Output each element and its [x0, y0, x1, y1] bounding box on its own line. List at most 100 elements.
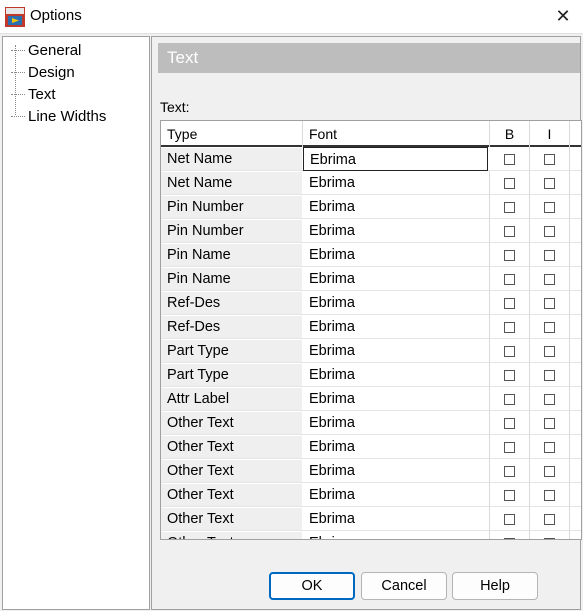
- table-row[interactable]: Pin Name Ebrima: [161, 267, 581, 291]
- italic-checkbox[interactable]: [544, 177, 555, 189]
- bold-checkbox[interactable]: [504, 201, 515, 213]
- tree-item-general[interactable]: General: [11, 39, 81, 61]
- bold-checkbox[interactable]: [504, 321, 515, 333]
- bold-cell: [490, 267, 530, 291]
- italic-checkbox[interactable]: [544, 537, 555, 539]
- italic-checkbox[interactable]: [544, 513, 555, 525]
- bold-cell: [490, 363, 530, 387]
- bold-checkbox[interactable]: [504, 465, 515, 477]
- font-cell[interactable]: Ebrima: [303, 531, 490, 539]
- table-row[interactable]: Net Name Ebrima: [161, 147, 581, 171]
- italic-checkbox[interactable]: [544, 273, 555, 285]
- grid-header: Type Font B I: [161, 121, 581, 147]
- column-header-bold[interactable]: B: [490, 121, 530, 147]
- bold-checkbox[interactable]: [504, 225, 515, 237]
- tree-item-line-widths[interactable]: Line Widths: [11, 105, 106, 127]
- bold-checkbox[interactable]: [504, 297, 515, 309]
- text-grid[interactable]: Type Font B I Net Name Ebrima Net Name Ebri…: [160, 120, 582, 540]
- cancel-button[interactable]: Cancel: [361, 572, 447, 600]
- bold-checkbox[interactable]: [504, 249, 515, 261]
- tree-item-label: Line Widths: [28, 107, 107, 125]
- tree-branch-line: [11, 115, 25, 117]
- italic-checkbox[interactable]: [544, 369, 555, 381]
- italic-cell: [530, 507, 570, 531]
- italic-checkbox[interactable]: [544, 465, 555, 477]
- font-cell[interactable]: Ebrima: [303, 171, 490, 195]
- bold-cell: [490, 315, 530, 339]
- type-cell: Part Type: [161, 340, 302, 362]
- bold-checkbox[interactable]: [504, 153, 515, 165]
- font-cell[interactable]: Ebrima: [303, 339, 490, 363]
- bold-checkbox[interactable]: [504, 393, 515, 405]
- italic-cell: [530, 243, 570, 267]
- italic-checkbox[interactable]: [544, 441, 555, 453]
- bold-checkbox[interactable]: [504, 369, 515, 381]
- bold-checkbox[interactable]: [504, 513, 515, 525]
- table-row[interactable]: Attr Label Ebrima: [161, 387, 581, 411]
- table-row[interactable]: Pin Number Ebrima: [161, 195, 581, 219]
- font-cell[interactable]: Ebrima: [303, 411, 490, 435]
- table-row[interactable]: Net Name Ebrima: [161, 171, 581, 195]
- italic-checkbox[interactable]: [544, 225, 555, 237]
- column-header-font[interactable]: Font: [303, 121, 490, 147]
- table-row[interactable]: Pin Name Ebrima: [161, 243, 581, 267]
- grid-label: Text:: [160, 99, 190, 115]
- font-cell[interactable]: Ebrima: [303, 243, 490, 267]
- italic-checkbox[interactable]: [544, 345, 555, 357]
- italic-checkbox[interactable]: [544, 393, 555, 405]
- italic-checkbox[interactable]: [544, 489, 555, 501]
- font-cell[interactable]: Ebrima: [303, 387, 490, 411]
- italic-checkbox[interactable]: [544, 417, 555, 429]
- table-row[interactable]: Other TextEbrima: [161, 435, 581, 459]
- table-row[interactable]: Other TextEbrima: [161, 411, 581, 435]
- font-cell[interactable]: Ebrima: [303, 363, 490, 387]
- font-cell[interactable]: Ebrima: [303, 147, 488, 171]
- table-row[interactable]: Part Type Ebrima: [161, 339, 581, 363]
- bold-checkbox[interactable]: [504, 417, 515, 429]
- panel-header: Text: [158, 43, 580, 73]
- table-row[interactable]: Other TextEbrima: [161, 531, 581, 539]
- table-row[interactable]: Other TextEbrima: [161, 459, 581, 483]
- tree-item-design[interactable]: Design: [11, 61, 75, 83]
- font-cell[interactable]: Ebrima: [303, 267, 490, 291]
- bold-checkbox[interactable]: [504, 345, 515, 357]
- bold-checkbox[interactable]: [504, 273, 515, 285]
- pads-app-icon: [5, 7, 25, 27]
- font-cell[interactable]: Ebrima: [303, 315, 490, 339]
- italic-cell: [530, 435, 570, 459]
- italic-cell: [530, 483, 570, 507]
- table-row[interactable]: Other TextEbrima: [161, 483, 581, 507]
- help-button[interactable]: Help: [452, 572, 538, 600]
- table-row[interactable]: Part Type Ebrima: [161, 363, 581, 387]
- italic-checkbox[interactable]: [544, 321, 555, 333]
- bold-cell: [490, 435, 530, 459]
- font-cell[interactable]: Ebrima: [303, 435, 490, 459]
- font-cell[interactable]: Ebrima: [303, 507, 490, 531]
- close-button[interactable]: ✕: [545, 0, 581, 33]
- italic-checkbox[interactable]: [544, 153, 555, 165]
- bold-checkbox[interactable]: [504, 537, 515, 539]
- close-icon: ✕: [555, 6, 571, 26]
- bold-checkbox[interactable]: [504, 441, 515, 453]
- font-cell[interactable]: Ebrima: [303, 219, 490, 243]
- table-row[interactable]: Pin Number Ebrima: [161, 219, 581, 243]
- bold-checkbox[interactable]: [504, 489, 515, 501]
- table-row[interactable]: Other TextEbrima: [161, 507, 581, 531]
- column-header-italic[interactable]: I: [530, 121, 570, 147]
- type-cell: Pin Number: [161, 220, 302, 242]
- font-cell[interactable]: Ebrima: [303, 291, 490, 315]
- italic-checkbox[interactable]: [544, 297, 555, 309]
- font-cell[interactable]: Ebrima: [303, 483, 490, 507]
- column-header-type[interactable]: Type: [161, 121, 303, 147]
- tree-item-text[interactable]: Text: [11, 83, 56, 105]
- bold-cell: [490, 411, 530, 435]
- italic-checkbox[interactable]: [544, 201, 555, 213]
- font-cell[interactable]: Ebrima: [303, 195, 490, 219]
- table-row[interactable]: Ref-Des Ebrima: [161, 291, 581, 315]
- table-row[interactable]: Ref-Des Ebrima: [161, 315, 581, 339]
- window-body: General Design Text Line Widths Text Tex…: [0, 33, 583, 611]
- ok-button[interactable]: OK: [269, 572, 355, 600]
- font-cell[interactable]: Ebrima: [303, 459, 490, 483]
- bold-checkbox[interactable]: [504, 177, 515, 189]
- italic-checkbox[interactable]: [544, 249, 555, 261]
